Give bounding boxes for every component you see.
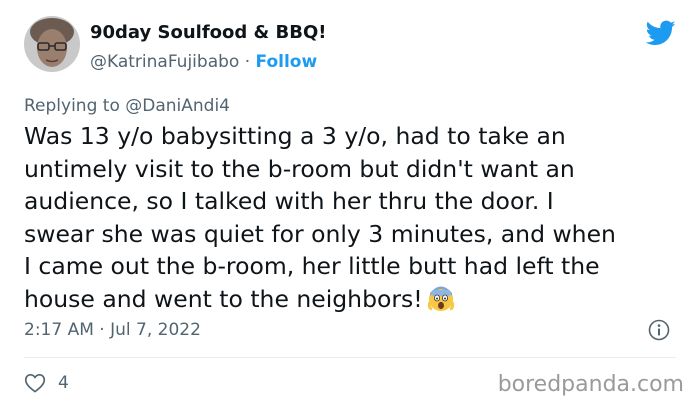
tweet-header: 90day Soulfood & BBQ! @KatrinaFujibabo ·… (24, 16, 676, 80)
tweet-timestamp[interactable]: 2:17 AM · Jul 7, 2022 (24, 320, 201, 340)
tweet-text-line: untimely visit to the b-room but didn't … (24, 154, 575, 183)
author-display-name[interactable]: 90day Soulfood & BBQ! (90, 22, 326, 43)
screaming-face-emoji-icon (427, 286, 454, 311)
replying-to: Replying to @DaniAndi4 (24, 96, 230, 116)
tweet-text-line-last: house and went to the neighbors! (24, 283, 684, 316)
author-handle[interactable]: @KatrinaFujibabo (90, 52, 239, 72)
tweet-text-line: house and went to the neighbors! (24, 284, 423, 313)
tweet-text-line: audience, so I talked with her thru the … (24, 187, 554, 215)
divider (24, 357, 676, 358)
tweet-text-line: I came out the b-room, her little butt h… (24, 252, 600, 280)
timestamp-separator: · (99, 320, 105, 340)
watermark: boredpanda.com (497, 372, 684, 397)
tweet-text: Was 13 y/o babysitting a 3 y/o, had to t… (24, 120, 684, 315)
like-count: 4 (58, 373, 69, 393)
reply-mention-link[interactable]: @DaniAndi4 (125, 96, 230, 116)
tweet-text-line: Was 13 y/o babysitting a 3 y/o, had to t… (24, 122, 566, 150)
follow-button[interactable]: Follow (256, 52, 318, 72)
tweet-text-line: swear she was quiet for only 3 minutes, … (24, 219, 616, 248)
heart-icon (24, 373, 46, 393)
tweet-card: 90day Soulfood & BBQ! @KatrinaFujibabo ·… (0, 0, 700, 410)
author-handle-line: @KatrinaFujibabo · Follow (90, 52, 317, 72)
avatar[interactable] (24, 16, 80, 72)
info-icon[interactable] (648, 319, 670, 341)
tweet-time: 2:17 AM (24, 320, 94, 340)
twitter-bird-icon[interactable] (646, 20, 676, 46)
handle-separator: · (244, 52, 251, 72)
tweet-date: Jul 7, 2022 (110, 320, 201, 340)
like-button[interactable]: 4 (24, 370, 69, 396)
replying-to-label: Replying to (24, 96, 120, 116)
